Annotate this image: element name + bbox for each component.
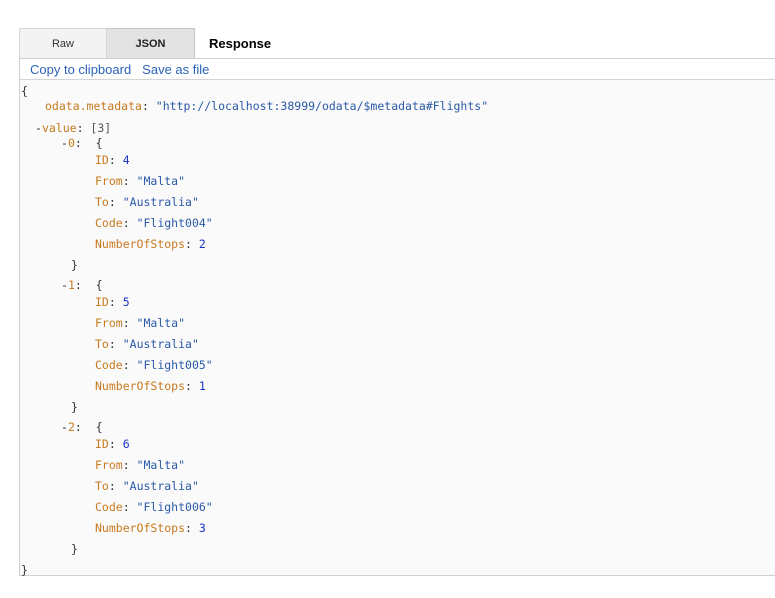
field-key: Code xyxy=(95,500,123,514)
item-index: 2 xyxy=(67,420,75,434)
field-key: ID xyxy=(95,153,109,167)
field-value: "Malta" xyxy=(136,174,186,188)
root-open-brace: { xyxy=(21,84,28,98)
tab-json[interactable]: JSON xyxy=(107,28,195,58)
field-value: "Flight006" xyxy=(136,500,213,514)
save-as-file-link[interactable]: Save as file xyxy=(142,62,209,77)
field-value: "Australia" xyxy=(122,195,199,209)
tab-bar: Raw JSON Response xyxy=(19,28,271,58)
field-key: From xyxy=(95,174,123,188)
item-header: -2: { xyxy=(61,420,103,434)
item-header: -1: { xyxy=(61,278,103,292)
copy-to-clipboard-link[interactable]: Copy to clipboard xyxy=(30,62,131,77)
field-value: "Australia" xyxy=(122,479,199,493)
item-field-from: From: "Malta" xyxy=(95,316,186,330)
field-value: "Malta" xyxy=(136,458,186,472)
json-viewer-panel: Copy to clipboard Save as file { odata.m… xyxy=(19,58,775,577)
item-close-brace: } xyxy=(71,258,78,272)
item-field-stops: NumberOfStops: 1 xyxy=(95,379,206,393)
item-field-stops: NumberOfStops: 3 xyxy=(95,521,206,535)
field-key: To xyxy=(95,195,109,209)
field-value: 6 xyxy=(122,437,130,451)
tab-raw[interactable]: Raw xyxy=(19,28,107,58)
item-field-code: Code: "Flight004" xyxy=(95,216,213,230)
field-key: To xyxy=(95,337,109,351)
item-field-to: To: "Australia" xyxy=(95,479,199,493)
field-value: 2 xyxy=(198,237,206,251)
metadata-key: odata.metadata xyxy=(45,99,142,113)
item-close-brace: } xyxy=(71,542,78,556)
value-key: value xyxy=(41,121,77,135)
metadata-value: "http://localhost:38999/odata/$metadata#… xyxy=(155,99,489,113)
item-header: -0: { xyxy=(61,136,103,150)
field-value: "Australia" xyxy=(122,337,199,351)
field-key: From xyxy=(95,316,123,330)
item-index: 0 xyxy=(67,136,75,150)
item-collapse-toggle[interactable]: - xyxy=(61,136,68,150)
item-field-from: From: "Malta" xyxy=(95,174,186,188)
item-field-id: ID: 4 xyxy=(95,153,130,167)
item-field-from: From: "Malta" xyxy=(95,458,186,472)
item-field-code: Code: "Flight005" xyxy=(95,358,213,372)
field-value: 5 xyxy=(122,295,130,309)
item-close-brace: } xyxy=(71,400,78,414)
item-field-code: Code: "Flight006" xyxy=(95,500,213,514)
field-key: ID xyxy=(95,437,109,451)
item-field-to: To: "Australia" xyxy=(95,195,199,209)
field-key: To xyxy=(95,479,109,493)
value-collapse-toggle[interactable]: - xyxy=(35,121,42,135)
item-field-id: ID: 6 xyxy=(95,437,130,451)
field-key: NumberOfStops xyxy=(95,237,186,251)
field-value: "Flight004" xyxy=(136,216,213,230)
action-bar: Copy to clipboard Save as file xyxy=(20,59,775,80)
item-field-stops: NumberOfStops: 2 xyxy=(95,237,206,251)
value-count: [3] xyxy=(90,121,112,135)
root-close-brace: } xyxy=(21,563,28,577)
field-key: From xyxy=(95,458,123,472)
field-key: Code xyxy=(95,358,123,372)
field-value: 3 xyxy=(198,521,206,535)
field-value: "Flight005" xyxy=(136,358,213,372)
metadata-row: odata.metadata: "http://localhost:38999/… xyxy=(45,99,489,113)
field-value: 4 xyxy=(122,153,130,167)
item-field-id: ID: 5 xyxy=(95,295,130,309)
field-key: ID xyxy=(95,295,109,309)
item-collapse-toggle[interactable]: - xyxy=(61,420,68,434)
response-title: Response xyxy=(209,35,272,51)
field-value: "Malta" xyxy=(136,316,186,330)
item-collapse-toggle[interactable]: - xyxy=(61,278,68,292)
item-index: 1 xyxy=(67,278,75,292)
item-field-to: To: "Australia" xyxy=(95,337,199,351)
field-key: NumberOfStops xyxy=(95,379,186,393)
field-key: NumberOfStops xyxy=(95,521,186,535)
field-value: 1 xyxy=(198,379,206,393)
field-key: Code xyxy=(95,216,123,230)
value-row: -value: [3] xyxy=(35,121,112,135)
